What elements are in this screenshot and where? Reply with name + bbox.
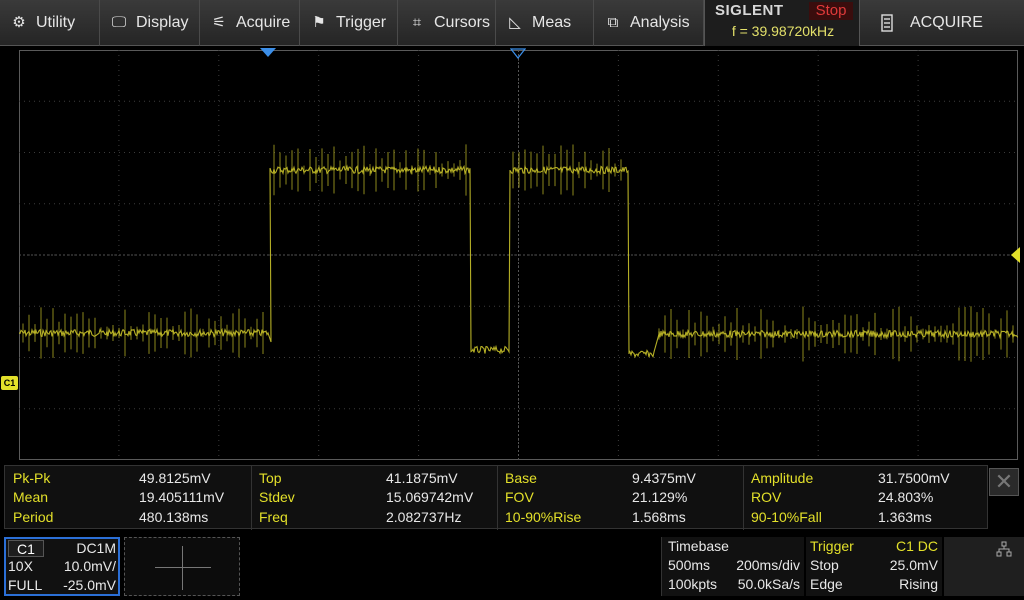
trigger-slope: Rising	[899, 576, 938, 592]
cursors-icon: ⌗	[412, 14, 422, 31]
measurement-name: Pk-Pk	[13, 470, 51, 486]
acquire-icon: ⚟	[212, 14, 226, 31]
trigger-state: Stop	[810, 557, 839, 573]
trigger-type: Edge	[810, 576, 843, 592]
brand-status-panel: SIGLENT Stop f = 39.98720kHz	[704, 0, 860, 46]
trigger-position-marker[interactable]	[260, 48, 276, 58]
trigger-title: Trigger	[810, 538, 854, 554]
menu-analysis[interactable]: ⧉ Analysis	[594, 0, 704, 46]
network-status[interactable]	[944, 537, 1024, 596]
channel-coupling: DC1M	[76, 540, 116, 556]
measurement-value: 1.363ms	[878, 509, 932, 525]
sample-rate: 50.0kSa/s	[737, 576, 800, 592]
menu-cursors-label: Cursors	[434, 14, 491, 31]
brand-logo: SIGLENT	[715, 2, 784, 19]
gear-icon: ⚙	[12, 14, 26, 31]
channel-offset-marker[interactable]: C1	[1, 376, 18, 390]
acquire-status-button[interactable]: ACQUIRE	[880, 0, 1024, 46]
frequency-counter: f = 39.98720kHz	[731, 23, 835, 39]
menu-trigger[interactable]: ⚑ Trigger	[300, 0, 398, 46]
timebase-title: Timebase	[668, 538, 729, 554]
horizontal-center-marker	[510, 48, 526, 59]
measurement-name: 90-10%Fall	[751, 509, 822, 525]
top-menu-bar: ⚙ Utility 🖵 Display ⚟ Acquire ⚑ Trigger …	[0, 0, 1024, 46]
measurement-value: 15.069742mV	[386, 489, 474, 505]
measurement-value: 49.8125mV	[139, 470, 211, 486]
bandwidth-limit: FULL	[8, 577, 43, 593]
channel-id: C1	[8, 540, 44, 557]
plus-icon	[155, 567, 211, 568]
vertical-scale: 10.0mV/	[63, 558, 116, 574]
menu-cursors[interactable]: ⌗ Cursors	[398, 0, 496, 46]
measurement-name: ROV	[751, 489, 782, 505]
measurement-value: 41.1875mV	[386, 470, 458, 486]
menu-display-label: Display	[136, 14, 189, 31]
measurement-value: 2.082737Hz	[386, 509, 462, 525]
horizontal-delay: 500ms	[668, 557, 711, 573]
measurement-name: 10-90%Rise	[505, 509, 582, 525]
measurement-value: 21.129%	[632, 489, 688, 505]
measurement-name: Stdev	[259, 489, 295, 505]
menu-acquire[interactable]: ⚟ Acquire	[200, 0, 300, 46]
measurement-name: Amplitude	[751, 470, 814, 486]
trigger-level-marker[interactable]	[1010, 247, 1020, 263]
monitor-icon: 🖵	[111, 14, 127, 31]
measurement-name: Period	[13, 509, 54, 525]
menu-meas-label: Meas	[532, 14, 572, 31]
trigger-level: 25.0mV	[889, 557, 938, 573]
measurement-value: 1.568ms	[632, 509, 686, 525]
memory-icon	[881, 14, 893, 32]
menu-acquire-label: Acquire	[236, 14, 291, 31]
measurement-value: 9.4375mV	[632, 470, 696, 486]
flag-icon: ⚑	[312, 14, 326, 31]
measurement-name: Mean	[13, 489, 49, 505]
menu-analysis-label: Analysis	[630, 14, 690, 31]
menu-display[interactable]: 🖵 Display	[100, 0, 200, 46]
measurement-row: Pk-Pk 49.8125mV Top 41.1875mV Base 9.437…	[5, 468, 989, 488]
measurement-row: Mean 19.405111mV Stdev 15.069742mV FOV 2…	[5, 487, 989, 507]
menu-trigger-label: Trigger	[336, 14, 387, 31]
ruler-icon: ◺	[509, 14, 521, 31]
channel-1-info[interactable]: C1 DC1M 10X 10.0mV/ FULL -25.0mV	[4, 537, 120, 596]
analysis-icon: ⧉	[607, 14, 619, 31]
measurement-value: 24.803%	[878, 489, 934, 505]
measurement-panel: Pk-Pk 49.8125mV Top 41.1875mV Base 9.437…	[4, 465, 989, 530]
vertical-offset: -25.0mV	[63, 577, 116, 593]
measurement-name: Freq	[259, 509, 288, 525]
trigger-source: C1 DC	[895, 538, 938, 554]
measurement-value: 19.405111mV	[139, 489, 225, 505]
network-icon	[996, 541, 1012, 557]
waveform-canvas	[19, 50, 1018, 460]
measurement-name: Top	[259, 470, 282, 486]
acquire-status-label: ACQUIRE	[910, 14, 983, 31]
timebase-info[interactable]: Timebase 500ms 200ms/div 100kpts 50.0kSa…	[661, 537, 804, 596]
measurement-name: Base	[505, 470, 537, 486]
menu-utility-label: Utility	[36, 14, 76, 31]
measurement-value: 31.7500mV	[878, 470, 950, 486]
measurement-name: FOV	[505, 489, 534, 505]
add-channel-slot[interactable]	[124, 537, 240, 596]
trigger-info[interactable]: Trigger C1 DC Stop 25.0mV Edge Rising	[806, 537, 942, 596]
close-icon[interactable]: ✕	[989, 468, 1019, 496]
measurement-row: Period 480.138ms Freq 2.082737Hz 10-90%R…	[5, 507, 989, 527]
menu-meas[interactable]: ◺ Meas	[496, 0, 594, 46]
timebase-scale: 200ms/div	[736, 557, 800, 573]
probe-attenuation: 10X	[8, 558, 33, 574]
measurement-value: 480.138ms	[139, 509, 209, 525]
memory-depth: 100kpts	[668, 576, 718, 592]
menu-utility[interactable]: ⚙ Utility	[0, 0, 100, 46]
run-stop-status[interactable]: Stop	[809, 2, 853, 20]
